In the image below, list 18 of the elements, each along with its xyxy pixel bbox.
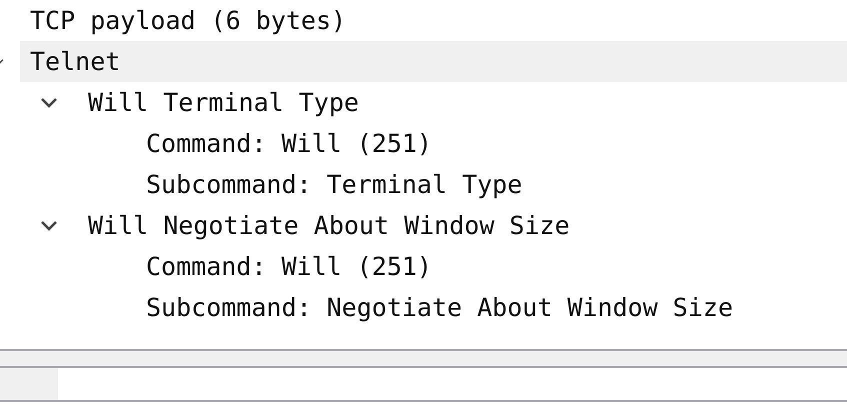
tree-item-label: Command: Will (251) [146, 252, 432, 281]
chevron-down-icon[interactable] [40, 96, 58, 108]
chevron-down-icon[interactable] [40, 220, 58, 232]
tree-item-label: Will Terminal Type [88, 88, 359, 117]
tree-row[interactable]: Command: Will (251) [20, 123, 847, 164]
tree-item-label: Subcommand: Negotiate About Window Size [146, 293, 733, 322]
tree-row[interactable]: Will Negotiate About Window Size [20, 205, 847, 246]
tree-item-label: Subcommand: Terminal Type [146, 170, 522, 199]
tree-row[interactable]: Subcommand: Negotiate About Window Size [20, 287, 847, 328]
tree-item-label: Command: Will (251) [146, 129, 432, 158]
tree-row[interactable]: TCP payload (6 bytes) [20, 0, 847, 41]
tree-item-label: Will Negotiate About Window Size [88, 211, 570, 240]
scrollbar-thumb[interactable] [0, 368, 58, 400]
tree-item-label: Telnet [30, 47, 120, 76]
tree-row[interactable]: Subcommand: Terminal Type [20, 164, 847, 205]
tree-row[interactable]: Will Terminal Type [20, 82, 847, 123]
tree-row[interactable]: Command: Will (251) [20, 246, 847, 287]
tree-item-label: TCP payload (6 bytes) [30, 6, 346, 35]
